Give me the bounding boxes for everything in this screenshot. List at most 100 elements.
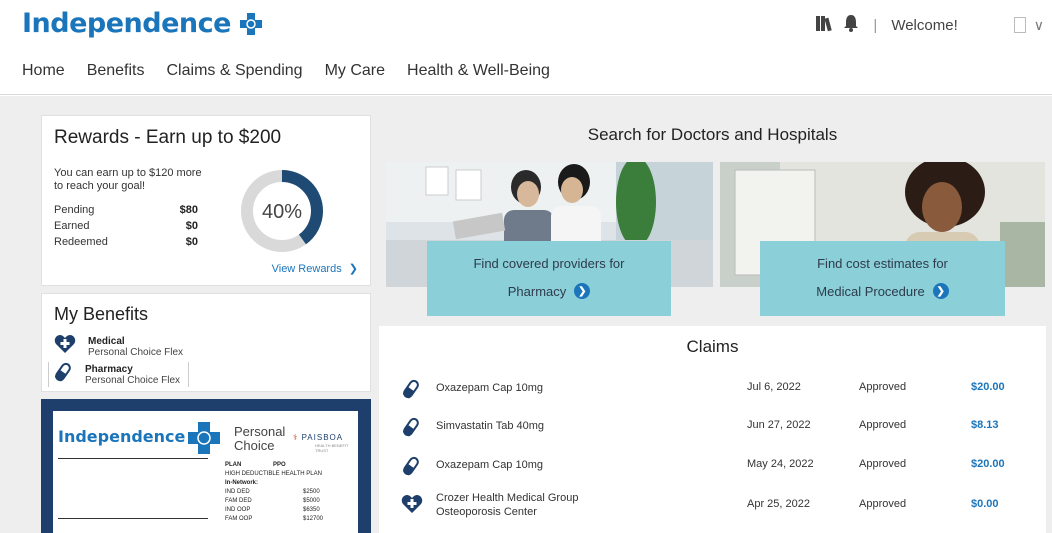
arrow-right-circle-icon: ❯ [932,283,949,299]
claim-date: Apr 25, 2022 [747,498,810,510]
find-providers-card[interactable]: Find covered providers for Pharmacy ❯ [427,241,671,316]
benefit-pharmacy-name: Pharmacy [85,363,133,375]
find-cost-estimates-line1: Find cost estimates for [817,256,948,271]
rewards-earned-value: $0 [185,220,198,232]
id-card-row-label: IND DED [225,489,250,495]
id-card-row-value: $12700 [303,516,324,522]
rewards-subtext: You can earn up to $120 more to reach yo… [54,167,202,192]
donut-percent-label: 40% [262,201,302,223]
find-providers-line1: Find covered providers for [473,256,625,271]
my-benefits-card: My Benefits Medical Personal Choice Flex… [41,293,371,392]
nav-benefits[interactable]: Benefits [87,62,145,80]
id-card-partner-sub: HEALTH BENEFIT TRUST [315,443,349,453]
claim-date: Jun 27, 2022 [747,419,811,431]
id-card-row-value: $5000 [303,498,320,504]
claim-amount: $0.00 [971,498,999,510]
claim-name: Oxazepam Cap 10mg [436,459,543,471]
user-avatar-box[interactable] [1013,17,1026,33]
find-providers-line2: Pharmacy [507,283,567,299]
id-card-plan-type: HIGH DEDUCTIBLE HEALTH PLAN [225,471,322,477]
claim-row[interactable]: Oxazepam Cap 10mg Jul 6, 2022 Approved $… [379,373,1046,403]
rewards-pending-label: Pending [54,204,95,216]
id-card-plan-value: PPO [273,462,286,468]
id-card-plan-label: PLAN [225,462,242,468]
partner-logo-icon: ⚕ [293,433,299,442]
welcome-text: Welcome! [891,16,958,34]
rewards-card: Rewards - Earn up to $200 You can earn u… [41,115,371,286]
heart-cross-icon [401,494,423,514]
claims-card: Claims Oxazepam Cap 10mg Jul 6, 2022 App… [379,326,1046,533]
id-card-row-value: $2500 [303,489,320,495]
id-card-image: Independence Personal Choice ⚕ PAISBOA H… [53,411,358,533]
benefit-medical-plan: Personal Choice Flex [88,346,184,358]
find-cost-estimates-card[interactable]: Find cost estimates for Medical Procedur… [760,241,1005,316]
rewards-redeemed-label: Redeemed [54,236,108,248]
header-actions: | Welcome! ∨ [815,14,1044,36]
header-separator: | [873,16,878,34]
pill-icon [401,417,421,437]
claim-row[interactable]: Simvastatin Tab 40mg Jun 27, 2022 Approv… [379,411,1046,441]
id-card-row-label: FAM DED [225,498,252,504]
blue-cross-icon [239,12,263,36]
search-title: Search for Doctors and Hospitals [587,125,838,144]
id-card-row-label: FAM OOP [225,516,253,522]
main-nav: Home Benefits Claims & Spending My Care … [22,62,550,80]
rewards-progress-donut: 40% [239,168,325,254]
id-card-row-value: $6350 [303,507,320,513]
id-card-product: Personal Choice [234,424,286,453]
claim-amount: $20.00 [971,458,1005,470]
claim-date: Jul 6, 2022 [747,381,801,393]
divider [58,518,208,519]
rewards-earned-label: Earned [54,220,90,232]
id-card-row-label: IND OOP [225,507,251,513]
claim-amount: $8.13 [971,419,999,431]
bell-icon[interactable] [843,14,859,36]
rewards-pending-value: $80 [179,204,198,216]
claim-status: Approved [859,498,907,510]
claim-name: Simvastatin Tab 40mg [436,420,545,432]
claim-date: May 24, 2022 [747,458,814,470]
pill-icon [53,362,73,387]
claim-status: Approved [859,419,907,431]
blue-cross-icon [187,421,221,460]
claims-title: Claims [686,337,739,356]
id-card-plan-details: PLAN PPO HIGH DEDUCTIBLE HEALTH PLAN In-… [225,461,324,524]
id-card-brand: Independence [58,427,186,446]
id-card-network-label: In-Network: [225,480,258,486]
heart-cross-icon [54,334,76,359]
chevron-right-icon: ❯ [348,263,358,275]
top-header: Independence | Welcome! ∨ Home Benefits … [0,0,1052,95]
pill-icon [401,379,421,399]
claim-amount: $20.00 [971,381,1005,393]
nav-home[interactable]: Home [22,62,65,80]
nav-my-care[interactable]: My Care [325,62,385,80]
id-card-partner: ⚕ PAISBOA [293,433,343,442]
library-icon[interactable] [815,14,835,36]
benefit-pharmacy-plan: Personal Choice Flex [85,374,181,386]
claim-name: Crozer Health Medical Group [436,492,579,504]
benefits-title: My Benefits [54,304,149,324]
benefit-medical-name: Medical [88,335,125,347]
brand-logo[interactable]: Independence [22,8,263,39]
nav-health-well-being[interactable]: Health & Well-Being [407,62,550,80]
nav-claims-spending[interactable]: Claims & Spending [167,62,303,80]
chevron-down-icon[interactable]: ∨ [1034,17,1044,34]
claim-row[interactable]: Oxazepam Cap 10mg May 24, 2022 Approved … [379,450,1046,480]
find-cost-estimates-line2: Medical Procedure [816,283,925,299]
id-card-panel[interactable]: Independence Personal Choice ⚕ PAISBOA H… [41,399,371,533]
rewards-title: Rewards - Earn up to $200 [54,127,282,148]
benefit-item-medical[interactable]: Medical Personal Choice Flex [54,334,183,359]
benefit-item-pharmacy[interactable]: Pharmacy Personal Choice Flex [48,362,190,387]
claim-name-line2: Osteoporosis Center [436,506,537,518]
divider [58,458,208,459]
claim-status: Approved [859,458,907,470]
pill-icon [401,456,421,476]
logo-text: Independence [22,8,231,39]
claim-row[interactable]: Crozer Health Medical Group Osteoporosis… [379,484,1046,524]
rewards-redeemed-value: $0 [185,236,198,248]
claim-status: Approved [859,381,907,393]
claim-name: Oxazepam Cap 10mg [436,382,543,394]
view-rewards-link[interactable]: View Rewards ❯ [272,262,358,275]
arrow-right-circle-icon: ❯ [574,283,591,299]
view-rewards-label: View Rewards [271,263,342,275]
